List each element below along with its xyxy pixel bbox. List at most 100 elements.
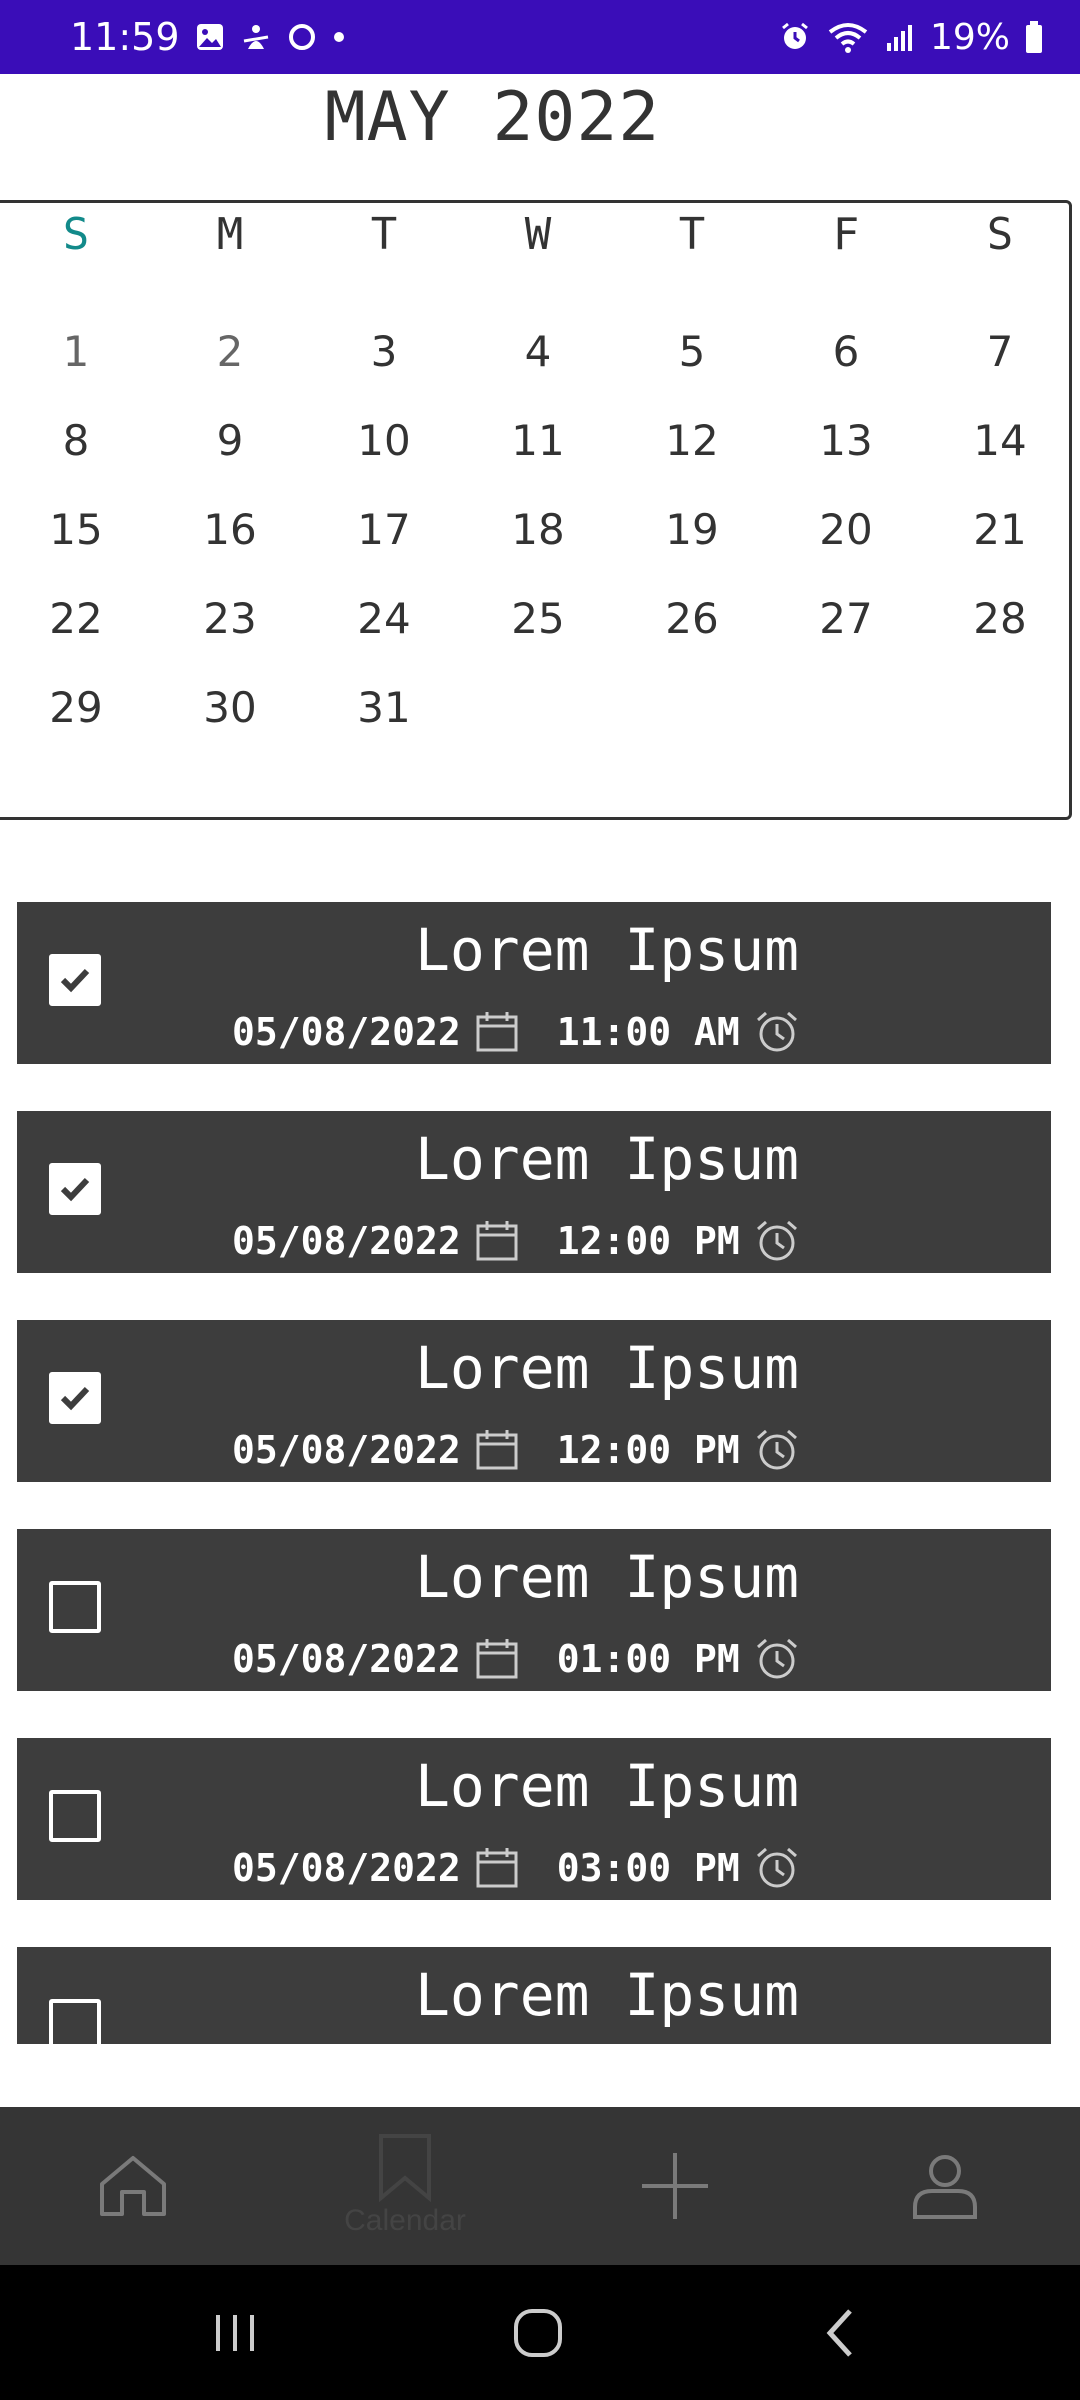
- week-row: 8 9 10 11 12 13 14: [0, 396, 1077, 485]
- day-cell[interactable]: 11: [461, 396, 615, 485]
- battery-percent: 19%: [929, 16, 1010, 58]
- day-cell[interactable]: 7: [923, 307, 1077, 396]
- week-row: 1 2 3 4 5 6 7: [0, 307, 1077, 396]
- app-notification-icon: [240, 21, 272, 53]
- nav-profile-button[interactable]: [890, 2107, 1000, 2265]
- task-date: 05/08/2022: [232, 1846, 461, 1890]
- weekday-label-sat: S: [986, 209, 1014, 260]
- day-cell[interactable]: 8: [0, 396, 153, 485]
- task-meta: 05/08/2022 12:00 PM: [232, 1428, 800, 1472]
- alarm-clock-icon: [754, 1010, 800, 1054]
- day-cell[interactable]: 31: [307, 663, 461, 752]
- week-row: 22 23 24 25 26 27 28: [0, 574, 1077, 663]
- weekday-header-row: S M T W T F S: [0, 203, 1077, 267]
- alarm-clock-icon: [754, 1637, 800, 1681]
- day-cell[interactable]: 10: [307, 396, 461, 485]
- wifi-icon: [826, 20, 870, 54]
- task-card[interactable]: Lorem Ipsum 05/08/2022 11:00 AM: [17, 902, 1051, 1064]
- day-cell[interactable]: 9: [153, 396, 307, 485]
- back-button[interactable]: [790, 2265, 890, 2400]
- day-cell[interactable]: 30: [153, 663, 307, 752]
- system-nav-bar: [0, 2265, 1080, 2400]
- bookmark-icon: [379, 2134, 431, 2202]
- plus-icon: [642, 2153, 708, 2219]
- home-circle-icon: [514, 2308, 562, 2357]
- weekday-label-tue: T: [370, 209, 398, 260]
- day-cell[interactable]: 26: [615, 574, 769, 663]
- task-time: 12:00 PM: [556, 1428, 740, 1472]
- task-meta: 05/08/2022 01:00 PM: [232, 1637, 800, 1681]
- sync-notification-icon: [286, 21, 318, 53]
- day-cell[interactable]: 5: [615, 307, 769, 396]
- day-cell[interactable]: 29: [0, 663, 153, 752]
- task-card[interactable]: Lorem Ipsum: [17, 1947, 1051, 2044]
- task-card[interactable]: Lorem Ipsum 05/08/2022 03:00 PM: [17, 1738, 1051, 1900]
- day-cell[interactable]: 25: [461, 574, 615, 663]
- nav-add-button[interactable]: [620, 2107, 730, 2265]
- task-title: Lorem Ipsum: [414, 1961, 800, 2029]
- day-cell[interactable]: 23: [153, 574, 307, 663]
- calendar-icon: [475, 1847, 519, 1889]
- task-card[interactable]: Lorem Ipsum 05/08/2022 12:00 PM: [17, 1111, 1051, 1273]
- calendar-icon: [475, 1638, 519, 1680]
- task-date: 05/08/2022: [232, 1010, 461, 1054]
- alarm-clock-icon: [754, 1428, 800, 1472]
- status-left: 11:59: [70, 15, 346, 59]
- day-cell[interactable]: 6: [769, 307, 923, 396]
- day-cell[interactable]: 14: [923, 396, 1077, 485]
- month-title: MAY 2022: [324, 78, 661, 157]
- status-right: 19%: [778, 17, 1044, 58]
- task-date: 05/08/2022: [232, 1637, 461, 1681]
- task-title: Lorem Ipsum: [414, 1543, 800, 1611]
- task-title: Lorem Ipsum: [414, 1752, 800, 1820]
- task-title: Lorem Ipsum: [414, 1125, 800, 1193]
- home-system-button[interactable]: [488, 2265, 588, 2400]
- day-cell[interactable]: 22: [0, 574, 153, 663]
- alarm-clock-icon: [754, 1219, 800, 1263]
- nav-calendar-button[interactable]: Calendar: [325, 2107, 485, 2265]
- task-card[interactable]: Lorem Ipsum 05/08/2022 01:00 PM: [17, 1529, 1051, 1691]
- weekday-label-fri: F: [832, 209, 860, 260]
- task-meta: 05/08/2022 11:00 AM: [232, 1010, 800, 1054]
- task-meta: 05/08/2022 03:00 PM: [232, 1846, 800, 1890]
- status-time: 11:59: [70, 15, 180, 59]
- calendar-icon: [475, 1429, 519, 1471]
- status-bar: 11:59 19%: [0, 0, 1080, 74]
- day-cell[interactable]: 28: [923, 574, 1077, 663]
- day-cell[interactable]: 12: [615, 396, 769, 485]
- day-cell[interactable]: 21: [923, 485, 1077, 574]
- task-time: 12:00 PM: [556, 1219, 740, 1263]
- nav-calendar-label: Calendar: [344, 2204, 466, 2237]
- task-date: 05/08/2022: [232, 1219, 461, 1263]
- day-cell[interactable]: 24: [307, 574, 461, 663]
- weekday-label-wed: W: [524, 209, 552, 260]
- day-cell[interactable]: 1: [0, 307, 153, 396]
- day-cell[interactable]: 15: [0, 485, 153, 574]
- battery-icon: [1024, 20, 1044, 54]
- home-icon: [100, 2156, 166, 2216]
- nav-home-button[interactable]: [78, 2107, 188, 2265]
- day-cell[interactable]: 13: [769, 396, 923, 485]
- calendar-grid: S M T W T F S 1 2 3 4 5 6 7 8 9 10 11 12…: [0, 200, 1072, 820]
- day-cell[interactable]: 2: [153, 307, 307, 396]
- day-cell[interactable]: 17: [307, 485, 461, 574]
- task-card[interactable]: Lorem Ipsum 05/08/2022 12:00 PM: [17, 1320, 1051, 1482]
- back-icon: [826, 2308, 852, 2357]
- alarm-icon: [778, 20, 812, 54]
- day-cell[interactable]: 27: [769, 574, 923, 663]
- task-title: Lorem Ipsum: [414, 1334, 800, 1402]
- day-cell[interactable]: 19: [615, 485, 769, 574]
- weekday-label-sun: S: [62, 209, 90, 260]
- week-row: 29 30 31: [0, 663, 461, 752]
- gallery-notification-icon: [194, 21, 226, 53]
- day-cell[interactable]: 4: [461, 307, 615, 396]
- day-cell[interactable]: 3: [307, 307, 461, 396]
- task-time: 11:00 AM: [556, 1010, 740, 1054]
- day-cell[interactable]: 16: [153, 485, 307, 574]
- task-time: 01:00 PM: [556, 1637, 740, 1681]
- calendar-icon: [475, 1011, 519, 1053]
- weekday-label-mon: M: [216, 209, 244, 260]
- recents-button[interactable]: [185, 2265, 285, 2400]
- day-cell[interactable]: 18: [461, 485, 615, 574]
- day-cell[interactable]: 20: [769, 485, 923, 574]
